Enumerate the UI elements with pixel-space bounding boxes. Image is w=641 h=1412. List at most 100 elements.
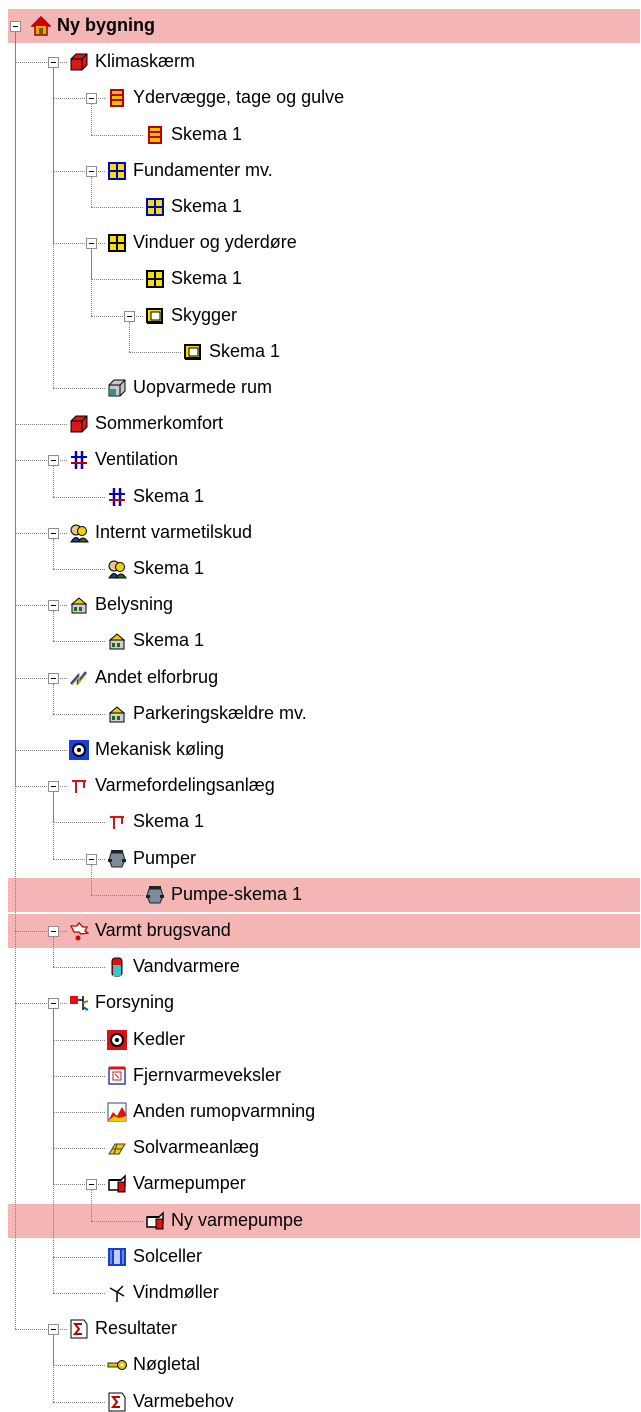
tree-connector-line (53, 1256, 105, 1258)
tree-node-vindmoeller[interactable]: Vindmøller (133, 1281, 219, 1303)
tree-connector-line (53, 1401, 105, 1403)
tree-connector-line (15, 32, 16, 1330)
project-tree: Ny bygning Klimaskærm Ydervægge, tage og g… (0, 0, 641, 1412)
collapse-toggle[interactable] (48, 57, 59, 69)
tree-connector-line (53, 170, 105, 172)
tree-node-vandvarmere[interactable]: Vandvarmere (133, 955, 240, 977)
tree-node-noegletal[interactable]: Nøgletal (133, 1353, 200, 1375)
collapse-toggle[interactable] (48, 781, 59, 793)
collapse-toggle[interactable] (86, 238, 97, 250)
collapse-toggle[interactable] (48, 455, 59, 467)
tree-connector-line (15, 532, 67, 534)
tree-node-fundamenter-mv[interactable]: Fundamenter mv. (133, 159, 273, 181)
lightning-icon (69, 668, 89, 688)
shade-icon (183, 342, 203, 362)
heat-pump-icon (107, 1174, 127, 1194)
tree-connector-line (91, 134, 143, 136)
tree-node-pumper[interactable]: Pumper (133, 847, 196, 869)
tree-connector-line (15, 1329, 67, 1331)
tree-node-skema-1[interactable]: Skema 1 (133, 557, 204, 579)
tree-node-ventilation[interactable]: Ventilation (95, 448, 178, 470)
tree-connector-line (91, 894, 143, 896)
tree-node-internt-varmetilskud[interactable]: Internt varmetilskud (95, 521, 252, 543)
pipe-icon (107, 812, 127, 832)
collapse-toggle[interactable] (86, 93, 97, 105)
tree-connector-line (15, 605, 67, 607)
solar-collector-icon (107, 1138, 127, 1158)
tree-node-varmepumper[interactable]: Varmepumper (133, 1172, 246, 1194)
tree-node-vinduer-og-yderdoere[interactable]: Vinduer og yderdøre (133, 231, 297, 253)
tree-node-skema-1[interactable]: Skema 1 (171, 123, 242, 145)
boiler-icon (107, 1029, 127, 1050)
collapse-toggle[interactable] (86, 1179, 97, 1191)
people-icon (69, 523, 89, 543)
tree-node-skema-1[interactable]: Skema 1 (171, 267, 242, 289)
tree-connector-line (15, 931, 67, 932)
collapse-toggle[interactable] (48, 600, 59, 612)
shade-icon (145, 306, 165, 326)
tree-connector-line (91, 864, 92, 895)
tree-connector-line (53, 683, 54, 714)
tree-connector-line (91, 104, 92, 135)
tree-connector-line (53, 967, 105, 969)
tree-node-klimaskaerm[interactable]: Klimaskærm (95, 50, 195, 72)
collapse-toggle[interactable] (48, 998, 59, 1010)
tree-node-anden-rumopvarmning[interactable]: Anden rumopvarmning (133, 1100, 315, 1122)
tree-connector-line (53, 496, 105, 498)
tree-connector-line (53, 68, 54, 388)
tree-connector-line (53, 641, 105, 643)
tree-node-varmebehov[interactable]: Varmebehov (133, 1390, 234, 1412)
tree-connector-line (53, 858, 105, 860)
tree-node-mekanisk-koeling[interactable]: Mekanisk køling (95, 738, 224, 760)
tree-node-varmt-brugsvand[interactable]: Varmt brugsvand (95, 919, 231, 941)
tree-node-andet-elforbrug[interactable]: Andet elforbrug (95, 666, 218, 688)
lighting-icon (107, 704, 127, 724)
tree-connector-line (91, 1220, 143, 1222)
tree-connector-line (91, 1190, 92, 1221)
tree-connector-line (91, 279, 143, 281)
tree-node-skygger[interactable]: Skygger (171, 304, 237, 326)
tree-node-skema-1[interactable]: Skema 1 (171, 195, 242, 217)
tree-connector-line (53, 713, 105, 715)
collapse-toggle[interactable] (86, 853, 97, 865)
tree-node-skema-1[interactable]: Skema 1 (133, 485, 204, 507)
tree-node-belysning[interactable]: Belysning (95, 593, 173, 615)
tree-node-resultater[interactable]: Resultater (95, 1317, 177, 1339)
pump-icon (145, 885, 165, 905)
house-icon (31, 16, 51, 36)
tree-node-pumpe-skema-1[interactable]: Pumpe-skema 1 (171, 883, 302, 905)
collapse-toggle[interactable] (48, 1324, 59, 1336)
collapse-toggle[interactable] (48, 926, 59, 937)
solar-cell-icon (107, 1247, 127, 1267)
tree-node-skema-1[interactable]: Skema 1 (209, 340, 280, 362)
tree-node-skema-1[interactable]: Skema 1 (133, 629, 204, 651)
ventilation-icon (107, 487, 127, 507)
ventilation-icon (69, 450, 89, 470)
tree-node-parkeringskaeldre-mv[interactable]: Parkeringskældre mv. (133, 702, 307, 724)
tree-node-varmefordelingsanlaeg[interactable]: Varmefordelingsanlæg (95, 774, 275, 796)
tree-connector-line (15, 786, 67, 788)
collapse-toggle[interactable] (86, 165, 97, 177)
wind-turbine-icon (107, 1283, 127, 1303)
tree-node-kedler[interactable]: Kedler (133, 1028, 185, 1050)
tree-node-ny-varmepumpe[interactable]: Ny varmepumpe (171, 1209, 303, 1231)
tree-node-solvarmeanlaeg[interactable]: Solvarmeanlæg (133, 1136, 259, 1158)
tree-node-ny-bygning[interactable]: Ny bygning (57, 14, 155, 36)
collapse-toggle[interactable] (48, 672, 59, 684)
tree-node-sommerkomfort[interactable]: Sommerkomfort (95, 412, 223, 434)
tree-node-solceller[interactable]: Solceller (133, 1245, 202, 1267)
yellow-window-icon (107, 233, 127, 253)
tree-node-skema-1[interactable]: Skema 1 (133, 810, 204, 832)
tree-connector-line (15, 460, 67, 462)
collapse-toggle[interactable] (124, 310, 135, 322)
tree-connector-line (15, 750, 67, 751)
tree-connector-line (15, 1003, 67, 1005)
tree-node-forsyning[interactable]: Forsyning (95, 991, 174, 1013)
tree-node-ydervaegge-tage-og-gulve[interactable]: Ydervægge, tage og gulve (133, 86, 344, 108)
tree-node-uopvarmede-rum[interactable]: Uopvarmede rum (133, 376, 272, 398)
collapse-toggle[interactable] (48, 527, 59, 539)
grey-cube-icon (107, 378, 127, 398)
collapse-toggle[interactable] (10, 21, 21, 32)
tree-node-fjernvarmeveksler[interactable]: Fjernvarmeveksler (133, 1064, 281, 1086)
lighting-icon (69, 595, 89, 615)
